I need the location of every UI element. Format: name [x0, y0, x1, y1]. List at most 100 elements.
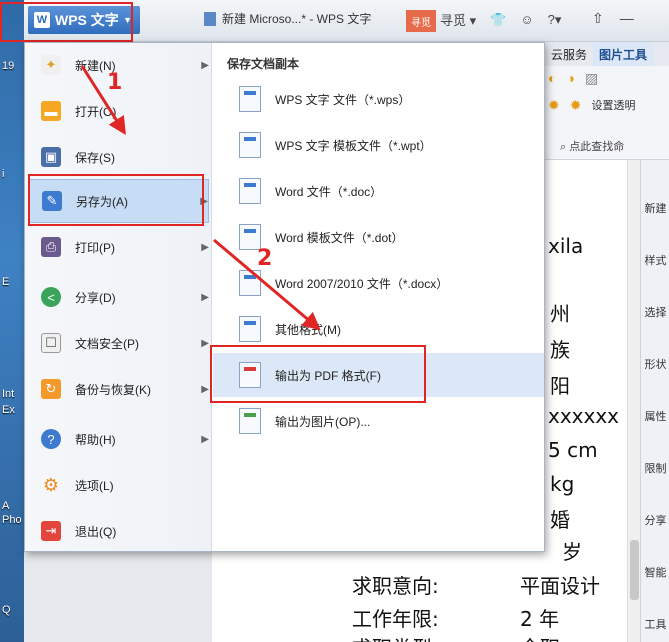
- desktop-label: Ex: [2, 404, 15, 416]
- annotation-box-app-button: [0, 2, 133, 42]
- other-format-icon: [239, 316, 261, 342]
- upload-icon[interactable]: ⇧: [592, 10, 604, 27]
- task-pane-tools[interactable]: 工具: [641, 616, 669, 632]
- tab-picture-tools[interactable]: 图片工具: [593, 42, 654, 66]
- desktop-background: 19 i E Int Ex A Pho Q: [0, 0, 24, 642]
- task-pane-smart[interactable]: 智能: [641, 564, 669, 580]
- doc-text: xxxxxx: [548, 404, 620, 428]
- share-icon: <: [41, 287, 61, 307]
- chevron-right-icon: ▶: [201, 337, 209, 349]
- file-menu-commands: ✦ 新建(N) ▶ ▬ 打开(O) ▣ 保存(S) ✎ 另存为(A) ▶ ⎙ 打…: [25, 43, 212, 551]
- contrast-icon[interactable]: ◐: [548, 70, 556, 87]
- sun-down-icon[interactable]: ✹: [570, 97, 582, 114]
- wps-file-icon: [239, 86, 261, 112]
- docx-file-icon: [239, 270, 261, 296]
- document-tab-title: 新建 Microso...* - WPS 文字: [222, 12, 372, 26]
- menu-item-label: 帮助(H): [75, 432, 116, 447]
- menu-item-print[interactable]: ⎙ 打印(P) ▶: [29, 225, 209, 269]
- printer-icon: ⎙: [41, 237, 61, 257]
- vertical-scrollbar[interactable]: [627, 160, 640, 642]
- task-pane-shape[interactable]: 形状: [641, 356, 669, 372]
- desktop-label: i: [2, 168, 5, 180]
- doc-text: 州: [550, 302, 570, 326]
- desktop-label: Q: [2, 604, 11, 616]
- save-as-submenu: 保存文档副本 WPS 文字 文件（*.wps） WPS 文字 模板文件（*.wp…: [213, 43, 544, 551]
- annotation-step-2: 2: [257, 246, 273, 271]
- backup-icon: ↻: [41, 379, 61, 399]
- menu-item-label: 打开(O): [75, 104, 117, 119]
- find-button[interactable]: 寻觅: [406, 10, 436, 32]
- security-icon: ☐: [41, 333, 61, 353]
- save-as-doc[interactable]: Word 文件（*.doc）: [213, 169, 544, 213]
- menu-item-label: 保存(S): [75, 150, 115, 165]
- annotation-step-1: 1: [107, 70, 123, 95]
- desktop-label: Pho: [2, 514, 22, 526]
- menu-item-options[interactable]: ⚙ 选项(L): [29, 463, 209, 507]
- doc-text: 族: [550, 338, 570, 362]
- doc-text: 岁: [562, 540, 582, 564]
- new-doc-icon: ✦: [41, 55, 61, 75]
- task-pane: 新建 样式 选择 形状 属性 限制 分享 智能 工具: [640, 160, 669, 642]
- wpt-file-icon: [239, 132, 261, 158]
- folder-icon: ▬: [41, 101, 61, 121]
- help-menu[interactable]: ?▾: [548, 12, 562, 28]
- brightness-icon[interactable]: ◑: [566, 70, 574, 87]
- menu-item-share[interactable]: < 分享(D) ▶: [29, 275, 209, 319]
- transparent-icon[interactable]: ▨: [585, 70, 598, 87]
- submenu-item-label: 输出为图片(OP)...: [275, 414, 371, 429]
- tab-cloud[interactable]: 云服务: [545, 42, 593, 66]
- minimize-icon[interactable]: —: [620, 10, 634, 27]
- menu-item-security[interactable]: ☐ 文档安全(P) ▶: [29, 321, 209, 365]
- submenu-item-label: Word 文件（*.doc）: [275, 184, 383, 199]
- image-file-icon: [239, 408, 261, 434]
- skin-icon[interactable]: 👕: [490, 12, 506, 28]
- search-label: 点此查找命: [569, 141, 625, 153]
- menu-item-label: 备份与恢复(K): [75, 382, 151, 397]
- file-menu: ✦ 新建(N) ▶ ▬ 打开(O) ▣ 保存(S) ✎ 另存为(A) ▶ ⎙ 打…: [24, 42, 545, 552]
- help-icon: ?: [41, 429, 61, 449]
- desktop-label: Int: [2, 388, 15, 400]
- task-pane-style[interactable]: 样式: [641, 252, 669, 268]
- save-as-wps[interactable]: WPS 文字 文件（*.wps）: [213, 77, 544, 121]
- set-transparent-label[interactable]: 设置透明: [591, 97, 635, 114]
- chevron-right-icon: ▶: [201, 433, 209, 445]
- save-as-wpt[interactable]: WPS 文字 模板文件（*.wpt）: [213, 123, 544, 167]
- submenu-item-label: Word 模板文件（*.dot）: [275, 230, 404, 245]
- user-icon[interactable]: ☺: [520, 12, 533, 27]
- sun-up-icon[interactable]: ✹: [548, 97, 560, 114]
- work-years-value: 2 年: [520, 607, 560, 631]
- menu-item-exit[interactable]: ⇥ 退出(Q): [29, 509, 209, 553]
- export-image[interactable]: 输出为图片(OP)...: [213, 399, 544, 443]
- task-pane-share[interactable]: 分享: [641, 512, 669, 528]
- menu-item-label: 分享(D): [75, 290, 116, 305]
- job-type-value: 全职: [520, 632, 560, 642]
- menu-item-label: 选项(L): [75, 478, 114, 493]
- save-icon: ▣: [41, 147, 61, 167]
- desktop-label: A: [2, 500, 10, 512]
- chevron-right-icon: ▶: [201, 383, 209, 395]
- menu-item-save[interactable]: ▣ 保存(S): [29, 135, 209, 179]
- annotation-box-export-pdf: [210, 345, 426, 403]
- submenu-item-label: WPS 文字 文件（*.wps）: [275, 92, 411, 107]
- menu-item-backup[interactable]: ↻ 备份与恢复(K) ▶: [29, 367, 209, 411]
- task-pane-new[interactable]: 新建: [641, 200, 669, 216]
- doc-text: 5 cm: [548, 438, 598, 462]
- menu-item-open[interactable]: ▬ 打开(O): [29, 89, 209, 133]
- task-pane-restrict[interactable]: 限制: [641, 460, 669, 476]
- task-pane-property[interactable]: 属性: [641, 408, 669, 424]
- task-pane-select[interactable]: 选择: [641, 304, 669, 320]
- doc-text: 阳: [550, 374, 570, 398]
- job-type-label: 求职类型: [352, 632, 432, 642]
- doc-text: xila: [548, 234, 584, 258]
- scrollbar-thumb[interactable]: [630, 540, 639, 600]
- menu-item-help[interactable]: ? 帮助(H) ▶: [29, 417, 209, 461]
- ribbon-tabs: 云服务 图片工具: [545, 42, 669, 66]
- find-menu[interactable]: 寻觅 ▾: [440, 10, 476, 29]
- submenu-item-label: 其他格式(M): [275, 322, 341, 337]
- submenu-header: 保存文档副本: [227, 57, 300, 71]
- title-bar-tools: 寻觅 ▾ 👕 ☺ ?▾: [440, 10, 561, 29]
- gear-icon: ⚙: [42, 474, 60, 495]
- document-tab[interactable]: 新建 Microso...* - WPS 文字: [204, 10, 371, 27]
- ribbon-search[interactable]: ⌕ 点此查找命: [560, 138, 624, 154]
- menu-item-label: 打印(P): [75, 240, 115, 255]
